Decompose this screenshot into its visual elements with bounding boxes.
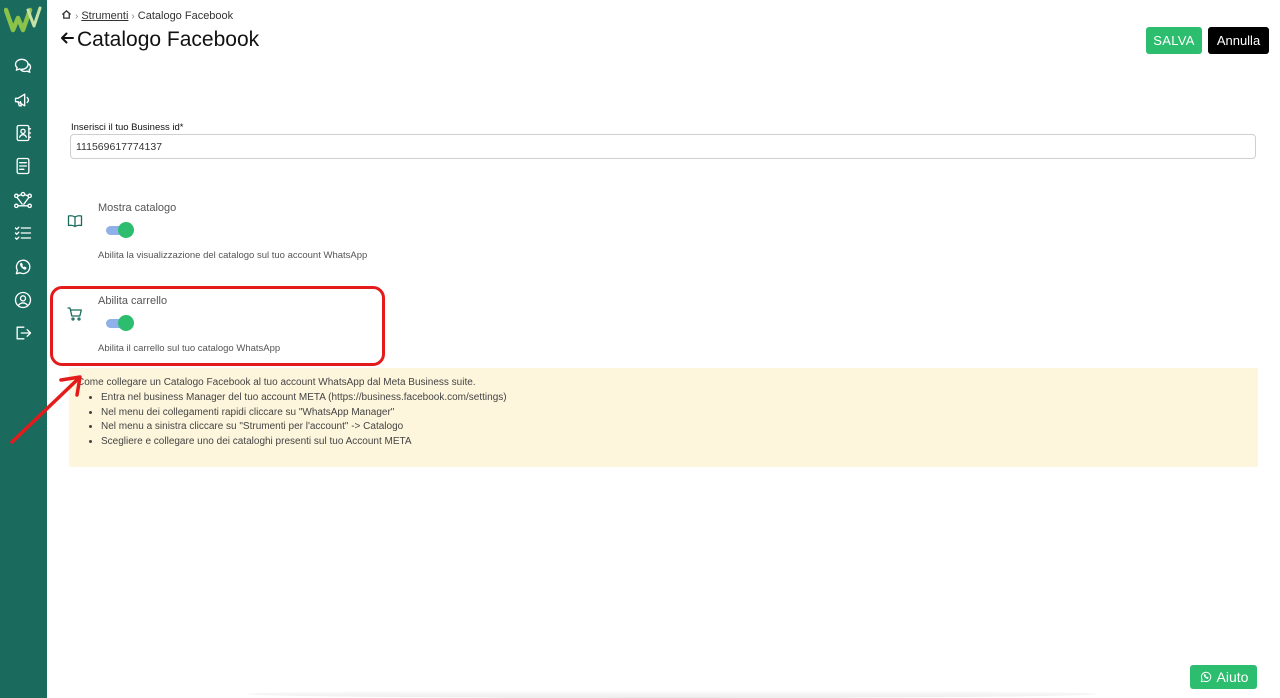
sidebar-item-tasks[interactable]: [10, 220, 36, 246]
title-row: Catalogo Facebook: [59, 28, 259, 52]
home-icon[interactable]: [61, 9, 72, 23]
toggle-mostra-catalogo[interactable]: [106, 222, 134, 238]
breadcrumb-separator: ›: [75, 10, 79, 22]
logout-icon: [16, 326, 32, 340]
whatsapp-icon: [1200, 671, 1211, 683]
annotation-highlight-box: [50, 286, 385, 366]
chat-bubbles-icon: [14, 58, 32, 73]
sidebar-item-chats[interactable]: [10, 53, 36, 79]
save-button[interactable]: SALVA: [1146, 27, 1202, 54]
list-item: Entra nel business Manager del tuo accou…: [101, 391, 507, 406]
sidebar-item-contacts[interactable]: [10, 120, 36, 146]
info-title: Come collegare un Catalogo Facebook al t…: [77, 377, 476, 388]
sidebar-item-whatsapp[interactable]: [10, 254, 36, 280]
list-item: Scegliere e collegare uno dei cataloghi …: [101, 435, 507, 450]
cancel-button[interactable]: Annulla: [1208, 27, 1269, 54]
back-arrow-icon[interactable]: [59, 30, 75, 51]
megaphone-icon: [14, 93, 30, 107]
list-item: Nel menu dei collegamenti rapidi cliccar…: [101, 406, 507, 421]
setting-title-mostra-catalogo: Mostra catalogo: [98, 202, 177, 214]
flow-graph-icon: [13, 191, 32, 209]
breadcrumb: › Strumenti › Catalogo Facebook: [61, 9, 233, 23]
sidebar-item-templates[interactable]: [10, 153, 36, 179]
bottom-shadow: [247, 690, 1097, 698]
contacts-book-icon: [16, 124, 32, 142]
annotation-arrow-icon: [10, 375, 82, 444]
breadcrumb-current: Catalogo Facebook: [137, 10, 234, 22]
business-id-label: Inserisci il tuo Business id*: [71, 122, 184, 133]
help-button-label: Aiuto: [1216, 669, 1249, 685]
sidebar-item-profile[interactable]: [10, 287, 36, 313]
user-circle-icon: [14, 291, 32, 309]
help-button[interactable]: Aiuto: [1190, 665, 1257, 689]
sidebar-item-flows[interactable]: [10, 187, 36, 213]
business-id-input[interactable]: [70, 134, 1256, 159]
checklist-icon: [14, 226, 32, 240]
sidebar-item-logout[interactable]: [10, 320, 36, 346]
setting-desc-mostra-catalogo: Abilita la visualizzazione del catalogo …: [98, 250, 368, 261]
main-content: › Strumenti › Catalogo Facebook Catalogo…: [10, 0, 1280, 698]
page-title: Catalogo Facebook: [77, 28, 260, 51]
info-panel: Come collegare un Catalogo Facebook al t…: [69, 368, 1258, 467]
app-logo-icon[interactable]: [3, 4, 44, 36]
sidebar-item-campaigns[interactable]: [10, 87, 36, 113]
breadcrumb-separator: ›: [131, 10, 135, 22]
info-steps-list: Entra nel business Manager del tuo accou…: [101, 391, 507, 449]
list-item: Nel menu a sinistra cliccare su "Strumen…: [101, 420, 507, 435]
toggle-knob: [118, 222, 134, 238]
whatsapp-icon: [15, 259, 31, 275]
document-list-icon: [16, 157, 30, 175]
breadcrumb-link-strumenti[interactable]: Strumenti: [81, 10, 128, 22]
sidebar: [0, 0, 47, 698]
open-book-icon: [67, 213, 85, 231]
